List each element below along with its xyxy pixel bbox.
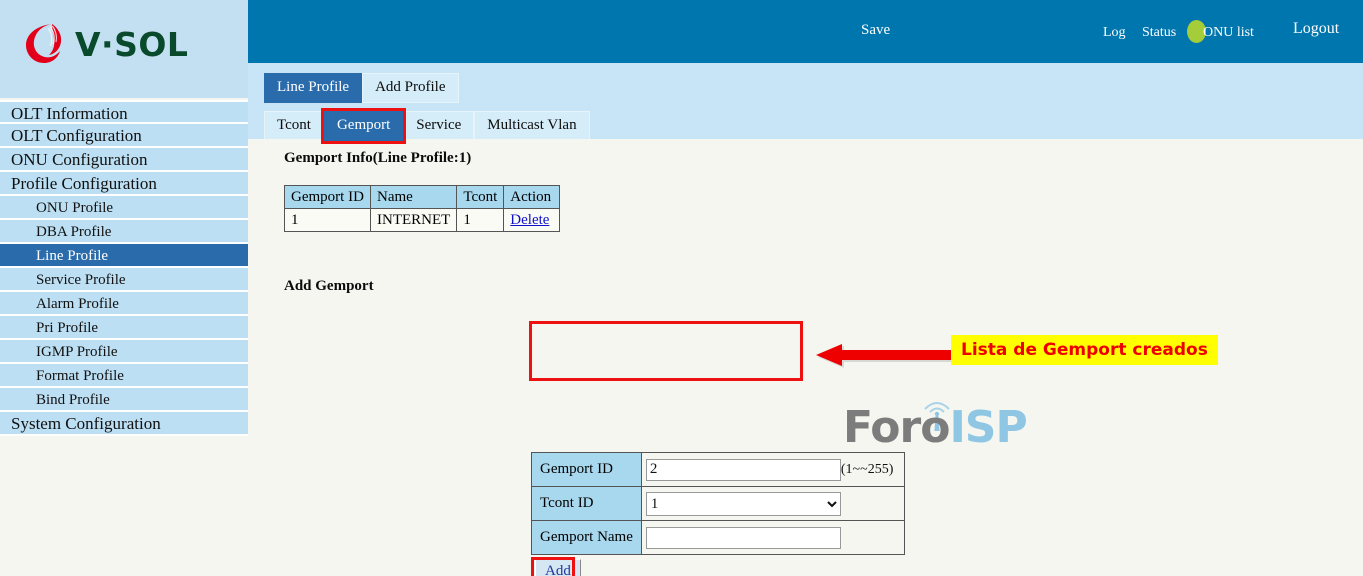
cell-action: Delete <box>503 208 561 232</box>
primary-tab-row: Line Profile Add Profile <box>264 73 459 103</box>
sidebar-item-label: Alarm Profile <box>36 296 119 312</box>
tab-multicast-vlan[interactable]: Multicast Vlan <box>474 111 590 141</box>
table-row: 1 INTERNET 1 Delete <box>284 208 561 232</box>
gemport-id-range-hint: (1~~255) <box>840 461 894 477</box>
sidebar-item-label: Profile Configuration <box>11 174 157 193</box>
sidebar-item-label: System Configuration <box>11 414 161 433</box>
add-gemport-title: Add Gemport <box>284 278 374 294</box>
field-gemport-name <box>640 520 905 555</box>
sidebar-item-onu-configuration[interactable]: ONU Configuration <box>0 148 248 172</box>
sidebar-item-label: OLT Configuration <box>11 126 142 145</box>
left-arrow-annotation-icon <box>814 342 956 368</box>
tab-line-profile[interactable]: Line Profile <box>264 73 363 103</box>
sidebar-item-label: IGMP Profile <box>36 344 118 360</box>
column-header-name: Name <box>369 185 458 209</box>
sidebar-item-profile-configuration[interactable]: Profile Configuration <box>0 172 248 196</box>
sidebar-item-dba-profile[interactable]: DBA Profile <box>0 220 248 244</box>
tcont-id-select[interactable]: 1 <box>645 491 841 516</box>
sidebar-item-bind-profile[interactable]: Bind Profile <box>0 388 248 412</box>
vsol-swirl-logo-icon <box>22 20 68 66</box>
logout-button[interactable]: Logout <box>1293 20 1339 38</box>
status-link[interactable]: Status <box>1142 25 1176 41</box>
label-gemport-id: Gemport ID <box>531 452 642 487</box>
label-gemport-name: Gemport Name <box>531 520 642 555</box>
cell-tcont: 1 <box>456 208 505 232</box>
form-row-tcont-id: Tcont ID 1 <box>531 486 905 521</box>
log-link[interactable]: Log <box>1103 25 1126 41</box>
label-tcont-id: Tcont ID <box>531 486 642 521</box>
sidebar-item-label: Pri Profile <box>36 320 99 336</box>
brand-name: V·SOL <box>75 24 189 64</box>
sidebar-item-olt-information[interactable]: OLT Information <box>0 100 248 124</box>
save-button[interactable]: Save <box>861 22 890 39</box>
sidebar-item-label: Bind Profile <box>36 392 110 408</box>
table-header-row: Gemport ID Name Tcont Action <box>284 185 561 209</box>
top-header-bar: Save Log Status ONU list Logout <box>248 0 1363 63</box>
sidebar-item-pri-profile[interactable]: Pri Profile <box>0 316 248 340</box>
watermark-text: ForoISP <box>843 406 1028 450</box>
main-content: Gemport Info(Line Profile:1) Gemport ID … <box>248 139 1363 576</box>
column-header-action: Action <box>503 185 561 209</box>
sidebar-item-label: DBA Profile <box>36 224 112 240</box>
gemport-table-highlight-box <box>529 321 803 381</box>
onu-list-link[interactable]: ONU list <box>1203 25 1254 41</box>
gemport-info-title: Gemport Info(Line Profile:1) <box>284 150 472 166</box>
sidebar-item-olt-configuration[interactable]: OLT Configuration <box>0 124 248 148</box>
sidebar-item-system-configuration[interactable]: System Configuration <box>0 412 248 436</box>
sidebar-item-alarm-profile[interactable]: Alarm Profile <box>0 292 248 316</box>
sidebar-item-format-profile[interactable]: Format Profile <box>0 364 248 388</box>
form-row-gemport-id: Gemport ID (1~~255) <box>531 452 905 487</box>
gemport-name-input[interactable] <box>645 526 841 549</box>
column-header-tcont: Tcont <box>456 185 505 209</box>
field-tcont-id: 1 <box>640 486 905 521</box>
sidebar-item-onu-profile[interactable]: ONU Profile <box>0 196 248 220</box>
sidebar-item-service-profile[interactable]: Service Profile <box>0 268 248 292</box>
sidebar-item-label: ONU Configuration <box>11 150 148 169</box>
secondary-tab-row: Tcont Gemport Service Multicast Vlan <box>264 108 590 144</box>
sidebar-menu: OLT Information OLT Configuration ONU Co… <box>0 100 248 436</box>
tab-tcont[interactable]: Tcont <box>264 111 324 141</box>
foroisp-watermark: ForoISP <box>843 397 1028 450</box>
gemport-info-table: Gemport ID Name Tcont Action 1 INTERNET … <box>284 185 561 232</box>
brand-logo[interactable]: V·SOL <box>22 20 188 66</box>
watermark-text-foro: Foro <box>843 402 950 453</box>
field-gemport-id: (1~~255) <box>640 452 905 487</box>
annotation-callout: Lista de Gemport creados <box>951 335 1218 365</box>
tab-strip: Line Profile Add Profile Tcont Gemport Serv… <box>248 63 1363 144</box>
antenna-tower-icon <box>917 397 957 436</box>
tab-add-profile[interactable]: Add Profile <box>362 73 459 103</box>
sidebar-item-label: OLT Information <box>11 104 128 123</box>
tab-service[interactable]: Service <box>403 111 475 141</box>
cell-name: INTERNET <box>369 208 458 232</box>
sidebar-item-label: Format Profile <box>36 368 124 384</box>
sidebar-item-label: Service Profile <box>36 272 126 288</box>
sidebar: V·SOL OLT Information OLT Configuration … <box>0 0 248 576</box>
add-gemport-form: Gemport ID (1~~255) Tcont ID 1 Gemport N… <box>531 452 905 555</box>
delete-link[interactable]: Delete <box>510 212 549 228</box>
sidebar-item-igmp-profile[interactable]: IGMP Profile <box>0 340 248 364</box>
sidebar-item-line-profile[interactable]: Line Profile <box>0 244 248 268</box>
tab-gemport[interactable]: Gemport <box>320 108 407 144</box>
page-root: V·SOL OLT Information OLT Configuration … <box>0 0 1363 576</box>
gemport-id-input[interactable] <box>645 458 841 481</box>
sidebar-item-label: Line Profile <box>36 248 109 264</box>
form-row-gemport-name: Gemport Name <box>531 520 905 555</box>
column-header-gemport-id: Gemport ID <box>284 185 371 209</box>
cell-gemport-id: 1 <box>284 208 371 232</box>
sidebar-item-label: ONU Profile <box>36 200 114 216</box>
sidebar-logo-area: V·SOL <box>0 0 248 98</box>
watermark-text-isp: ISP <box>949 402 1027 453</box>
add-button[interactable]: Add <box>535 559 581 576</box>
